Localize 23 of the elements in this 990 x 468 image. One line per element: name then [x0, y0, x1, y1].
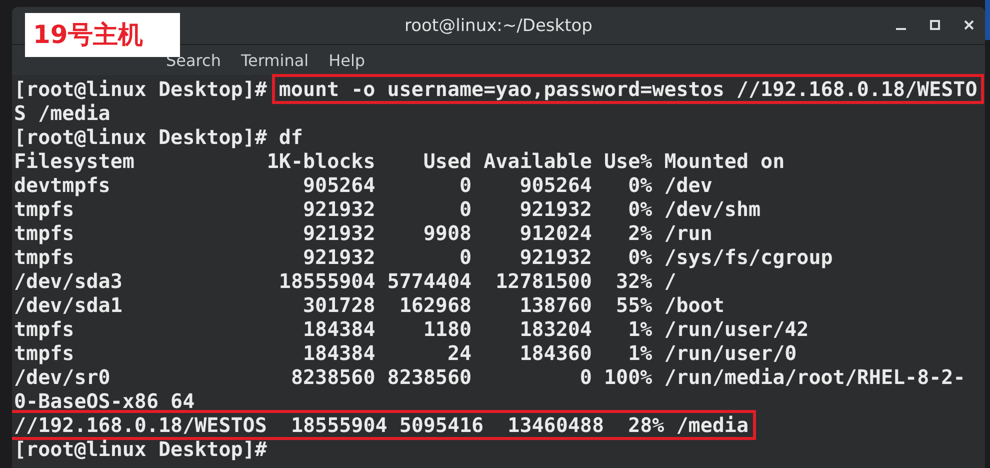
- window-title: root@linux:~/Desktop: [404, 16, 592, 36]
- menu-item[interactable]: Terminal: [240, 50, 309, 70]
- output-line: tmpfs 921932 0 921932 0% /sys/fs/cgroup: [13, 244, 834, 271]
- prompt-text: [root@linux Desktop]#: [14, 437, 267, 461]
- output-line: tmpfs 921932 9908 912024 2% /run: [13, 220, 714, 247]
- close-icon[interactable]: [963, 19, 975, 31]
- output-line: /dev/sda3 18555904 5774404 12781500 32% /: [13, 268, 678, 295]
- command-text: mount -o username=yao,password=westos //192.168.0.18/WESTO: [272, 74, 984, 104]
- output-line: devtmpfs 905264 0 905264 0% /dev: [13, 172, 714, 199]
- output-line: /dev/sr0 8238560 8238560 0 100% /run/media/root/RHEL-8-2-: [13, 364, 966, 391]
- menu-item[interactable]: Help: [328, 50, 366, 70]
- output-line: tmpfs 184384 1180 183204 1% /run/user/42: [13, 316, 810, 343]
- output-line: tmpfs 184384 24 184360 1% /run/user/0: [13, 340, 798, 367]
- output-line: /dev/sda1 301728 162968 138760 55% /boot: [13, 292, 726, 319]
- output-line: Filesystem 1K-blocks Used Available Use% Mounted on: [13, 148, 786, 175]
- prompt-text: [root@linux Desktop]#: [14, 125, 267, 149]
- output-line: tmpfs 921932 0 921932 0% /dev/shm: [13, 196, 762, 223]
- maximize-icon[interactable]: [929, 19, 941, 31]
- command-text: df: [278, 124, 304, 151]
- prompt-text: [root@linux Desktop]#: [14, 77, 267, 101]
- output-line: S /media: [13, 100, 112, 127]
- desktop-edge: [985, 0, 990, 40]
- host-label: 19号主机: [25, 13, 180, 57]
